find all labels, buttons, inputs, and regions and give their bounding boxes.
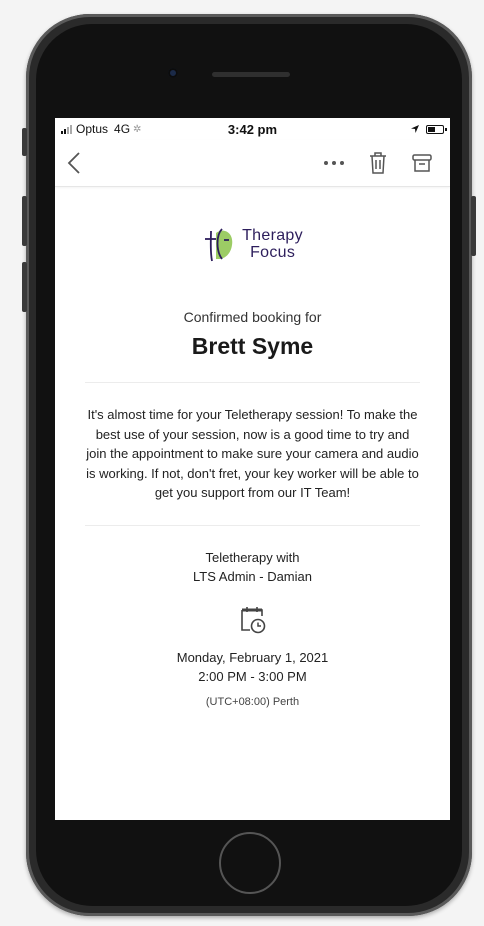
calendar-wrapper xyxy=(85,602,420,636)
appointment-datetime: Monday, February 1, 2021 2:00 PM - 3:00 … xyxy=(85,648,420,686)
earpiece-speaker xyxy=(212,72,290,77)
appointment-timezone: (UTC+08:00) Perth xyxy=(205,695,300,708)
logo-text-line1: Therapy xyxy=(242,227,303,244)
session-type: Teletherapy with xyxy=(205,549,300,565)
therapy-focus-logo: Therapy Focus xyxy=(85,225,420,263)
front-camera xyxy=(168,68,178,78)
confirmation-subhead: Confirmed booking for xyxy=(183,309,322,325)
mute-switch xyxy=(22,128,27,156)
reminder-message: It's almost time for your Teletherapy se… xyxy=(86,407,419,500)
appointment-date: Monday, February 1, 2021 xyxy=(176,649,329,665)
divider xyxy=(85,524,420,526)
mail-toolbar xyxy=(55,140,450,187)
appointment-time: 2:00 PM - 3:00 PM xyxy=(198,668,307,684)
location-arrow-icon xyxy=(411,125,419,133)
archive-icon xyxy=(412,154,432,172)
signal-icon xyxy=(61,124,72,134)
activity-icon: ✲ xyxy=(133,123,142,135)
volume-down-button xyxy=(22,262,27,312)
logo-text-line2: Focus xyxy=(250,244,296,261)
session-details: Teletherapy with LTS Admin - Damian xyxy=(85,548,420,586)
session-provider: LTS Admin - Damian xyxy=(193,568,312,584)
therapy-focus-logo-icon xyxy=(205,228,233,262)
status-bar: Optus 4G ✲ 3:42 pm xyxy=(55,118,450,140)
power-button xyxy=(471,196,476,256)
trash-icon xyxy=(370,152,386,174)
divider xyxy=(85,382,420,383)
calendar-clock-icon xyxy=(240,606,265,633)
more-button[interactable] xyxy=(318,147,350,179)
back-button[interactable] xyxy=(67,147,99,179)
email-body: Therapy Focus Confirmed booking for Bret… xyxy=(55,225,450,708)
client-name: Brett Syme xyxy=(191,333,314,359)
phone-screen: Optus 4G ✲ 3:42 pm Therapy Focus Confirm… xyxy=(55,118,450,820)
delete-button[interactable] xyxy=(362,147,394,179)
volume-up-button xyxy=(22,196,27,246)
more-horizontal-icon xyxy=(324,161,344,165)
battery-icon xyxy=(426,124,447,134)
chevron-left-icon xyxy=(67,152,80,174)
network-type: 4G xyxy=(114,122,131,136)
carrier-name: Optus xyxy=(76,122,109,136)
archive-button[interactable] xyxy=(406,147,438,179)
home-button[interactable] xyxy=(219,832,281,894)
